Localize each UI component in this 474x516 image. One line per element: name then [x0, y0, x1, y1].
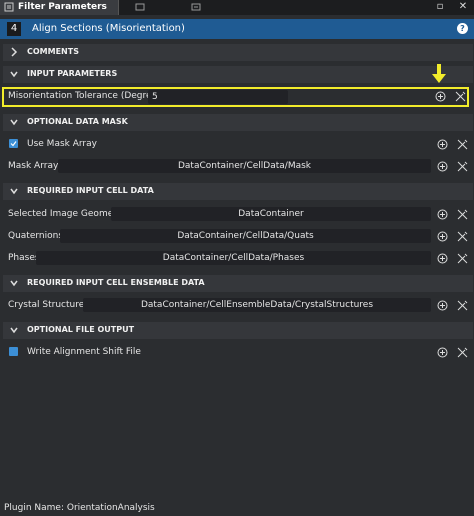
document-icon [4, 2, 14, 12]
filter-name: Align Sections (Misorientation) [32, 23, 185, 34]
use-mask-row: Use Mask Array [3, 136, 473, 152]
chevron-down-icon [10, 188, 18, 195]
image-geometry-selector[interactable]: DataContainer [111, 207, 431, 221]
mask-array-row: Mask Array DataContainer/CellData/Mask [3, 158, 473, 174]
chevron-down-icon [10, 71, 18, 78]
filter-header: 4 Align Sections (Misorientation) ? [0, 19, 474, 39]
quaternions-row: Quaternions DataContainer/CellData/Quats [3, 228, 473, 244]
write-shift-checkbox[interactable] [9, 347, 18, 356]
clear-icon[interactable] [457, 209, 468, 220]
arrow-down-indicator-icon [432, 64, 446, 83]
phases-selector[interactable]: DataContainer/CellData/Phases [36, 251, 431, 265]
float-panel-icon[interactable]: ▫ [434, 1, 446, 13]
phases-row: Phases DataContainer/CellData/Phases [3, 250, 473, 266]
quaternions-selector[interactable]: DataContainer/CellData/Quats [60, 229, 431, 243]
crystal-structures-row: Crystal Structures DataContainer/CellEns… [3, 297, 473, 313]
mask-array-selector[interactable]: DataContainer/CellData/Mask [58, 159, 431, 173]
section-title: COMMENTS [27, 47, 79, 56]
quaternions-label: Quaternions [8, 231, 64, 241]
clear-icon[interactable] [457, 300, 468, 311]
section-comments[interactable]: COMMENTS [3, 44, 473, 61]
image-geometry-label: Selected Image Geometry [8, 209, 126, 219]
add-icon[interactable] [437, 161, 448, 172]
add-icon[interactable] [437, 139, 448, 150]
phases-label: Phases [8, 253, 40, 263]
issues-icon[interactable] [191, 2, 201, 12]
add-icon[interactable] [437, 347, 448, 358]
use-mask-checkbox[interactable] [9, 139, 18, 148]
plugin-name-footer: Plugin Name: OrientationAnalysis [4, 503, 155, 513]
clear-icon[interactable] [457, 139, 468, 150]
section-title: REQUIRED INPUT CELL DATA [27, 186, 154, 195]
section-title: OPTIONAL DATA MASK [27, 117, 128, 126]
crystal-structures-label: Crystal Structures [8, 300, 89, 310]
close-panel-icon[interactable]: ✕ [457, 1, 469, 13]
section-input-parameters[interactable]: INPUT PARAMETERS [3, 66, 473, 83]
clear-icon[interactable] [457, 161, 468, 172]
section-optional-data-mask[interactable]: OPTIONAL DATA MASK [3, 114, 473, 131]
section-optional-file-output[interactable]: OPTIONAL FILE OUTPUT [3, 322, 473, 339]
filter-index: 4 [7, 22, 21, 36]
clear-icon[interactable] [457, 347, 468, 358]
tab-filter-parameters[interactable]: Filter Parameters [0, 0, 119, 15]
pipeline-icon[interactable] [135, 2, 145, 12]
write-shift-label: Write Alignment Shift File [27, 347, 141, 357]
clear-icon[interactable] [457, 231, 468, 242]
add-icon[interactable] [437, 253, 448, 264]
chevron-down-icon [10, 327, 18, 334]
panel-tab-bar: Filter Parameters ▫ ✕ [0, 0, 474, 15]
add-icon[interactable] [437, 300, 448, 311]
highlight-box [2, 87, 469, 107]
section-required-input-cell-data[interactable]: REQUIRED INPUT CELL DATA [3, 183, 473, 200]
chevron-right-icon [11, 47, 18, 57]
write-shift-row: Write Alignment Shift File [3, 344, 473, 360]
chevron-down-icon [10, 280, 18, 287]
chevron-down-icon [10, 119, 18, 126]
section-required-input-cell-ensemble-data[interactable]: REQUIRED INPUT CELL ENSEMBLE DATA [3, 275, 473, 292]
clear-icon[interactable] [457, 253, 468, 264]
use-mask-label: Use Mask Array [27, 139, 97, 149]
crystal-structures-selector[interactable]: DataContainer/CellEnsembleData/CrystalSt… [83, 298, 431, 312]
help-icon[interactable]: ? [457, 23, 468, 34]
section-title: OPTIONAL FILE OUTPUT [27, 325, 135, 334]
section-title: INPUT PARAMETERS [27, 69, 118, 78]
mask-array-label: Mask Array [8, 161, 59, 171]
add-icon[interactable] [437, 231, 448, 242]
add-icon[interactable] [437, 209, 448, 220]
section-title: REQUIRED INPUT CELL ENSEMBLE DATA [27, 278, 205, 287]
image-geometry-row: Selected Image Geometry DataContainer [3, 206, 473, 222]
tab-title: Filter Parameters [18, 2, 107, 12]
